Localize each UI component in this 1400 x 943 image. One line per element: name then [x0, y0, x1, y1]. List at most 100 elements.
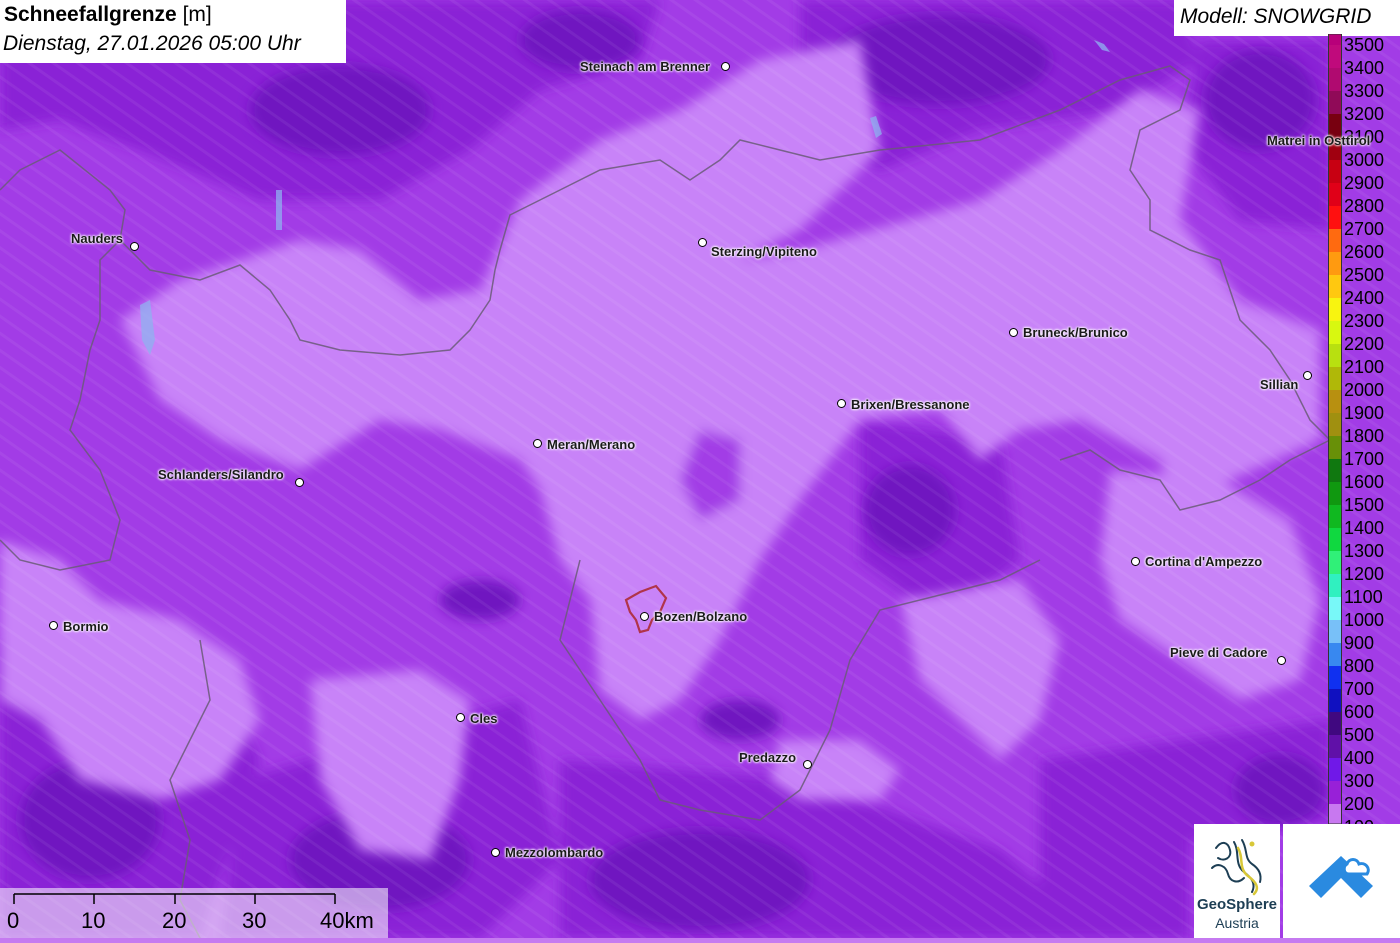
city-dot [721, 62, 730, 71]
legend-swatch [1328, 712, 1342, 736]
legend-label: 2900 [1344, 173, 1385, 193]
model-label: Modell: SNOWGRID [1180, 5, 1372, 28]
legend-label: 200 [1344, 794, 1375, 814]
legend-swatch [1328, 206, 1342, 230]
legend-label: 2000 [1344, 380, 1385, 400]
scale-label-40: 40km [320, 908, 374, 933]
legend-label: 1900 [1344, 403, 1385, 423]
city-dot [49, 621, 58, 630]
city-label[interactable]: Cles [470, 711, 497, 726]
city-label[interactable]: Bozen/Bolzano [654, 609, 747, 624]
legend-label: 1200 [1344, 564, 1385, 584]
geosphere-name: GeoSphere [1196, 896, 1278, 913]
legend-swatch [1328, 551, 1342, 575]
legend-swatch [1328, 45, 1342, 69]
legend-label: 900 [1344, 633, 1375, 653]
forecast-datetime: Dienstag, 27.01.2026 05:00 Uhr [3, 32, 301, 55]
city-dot [803, 760, 812, 769]
city-label[interactable]: Meran/Merano [547, 437, 635, 452]
legend-label: 1600 [1344, 472, 1385, 492]
city-label[interactable]: Bruneck/Brunico [1023, 325, 1128, 340]
geosphere-logo[interactable]: GeoSphere Austria [1194, 824, 1280, 938]
legend-label: 3400 [1344, 58, 1385, 78]
city-dot [1303, 371, 1312, 380]
city-label[interactable]: Sterzing/Vipiteno [711, 244, 817, 259]
city-label[interactable]: Steinach am Brenner [580, 59, 710, 74]
legend-swatch [1328, 367, 1342, 391]
legend-label: 1500 [1344, 495, 1385, 515]
legend-swatch [1328, 436, 1342, 460]
legend-label: 1400 [1344, 518, 1385, 538]
snow-roof-icon [1309, 856, 1373, 898]
city-label[interactable]: Schlanders/Silandro [158, 467, 284, 482]
city-label[interactable]: Pieve di Cadore [1170, 645, 1268, 660]
legend-swatch [1328, 505, 1342, 529]
map-title: Schneefallgrenze [m] [4, 3, 212, 27]
scale-label-30: 30 [242, 908, 267, 933]
legend-swatch [1328, 321, 1342, 345]
city-label[interactable]: Mezzolombardo [505, 845, 603, 860]
legend-label: 2400 [1344, 288, 1385, 308]
city-dot [533, 439, 542, 448]
legend-swatch [1328, 482, 1342, 506]
legend-label: 1300 [1344, 541, 1385, 561]
legend-swatch [1328, 91, 1342, 115]
scale-bar: 0 10 20 30 40km [0, 888, 388, 938]
legend-label: 300 [1344, 771, 1375, 791]
legend-label: 600 [1344, 702, 1375, 722]
legend-label: 3200 [1344, 104, 1385, 124]
legend-swatch [1328, 781, 1342, 805]
legend-swatch [1328, 574, 1342, 598]
city-label[interactable]: Predazzo [739, 750, 796, 765]
legend-label: 3000 [1344, 150, 1385, 170]
city-label[interactable]: Cortina d'Ampezzo [1145, 554, 1262, 569]
legend-swatch [1328, 413, 1342, 437]
city-dot [295, 478, 304, 487]
legend-label: 700 [1344, 679, 1375, 699]
city-label[interactable]: Brixen/Bressanone [851, 397, 970, 412]
legend-swatch [1328, 620, 1342, 644]
city-label[interactable]: Matrei in Osttirol [1267, 133, 1370, 148]
city-dot [698, 238, 707, 247]
legend-label: 400 [1344, 748, 1375, 768]
legend-label: 500 [1344, 725, 1375, 745]
color-legend: 3500 3400 3300 3200 3100 3000 2900 2800 2700 2600… [1328, 34, 1400, 836]
legend-swatch [1328, 459, 1342, 483]
legend-swatch [1328, 68, 1342, 92]
model-panel: Modell: SNOWGRID [1174, 0, 1400, 36]
legend-swatch [1328, 689, 1342, 713]
legend-label: 2500 [1344, 265, 1385, 285]
legend-label: 3500 [1344, 35, 1385, 55]
legend-label: 1700 [1344, 449, 1385, 469]
city-dot [837, 399, 846, 408]
city-dot [1131, 557, 1140, 566]
legend-label: 2700 [1344, 219, 1385, 239]
legend-label: 1800 [1344, 426, 1385, 446]
city-dot [1009, 328, 1018, 337]
legend-swatch [1328, 643, 1342, 667]
legend-swatch [1328, 344, 1342, 368]
legend-color-bar [1328, 34, 1342, 824]
city-label[interactable]: Sillian [1260, 377, 1298, 392]
city-dot [491, 848, 500, 857]
legend-label: 2300 [1344, 311, 1385, 331]
legend-label: 2600 [1344, 242, 1385, 262]
city-label[interactable]: Nauders [71, 231, 123, 246]
city-dot [130, 242, 139, 251]
geosphere-emblem-icon [1211, 839, 1262, 896]
legend-swatch [1328, 758, 1342, 782]
legend-swatch [1328, 160, 1342, 184]
legend-swatch [1328, 804, 1342, 824]
legend-swatch [1328, 528, 1342, 552]
legend-swatch [1328, 252, 1342, 276]
legend-swatch [1328, 735, 1342, 759]
partner-logo[interactable] [1283, 824, 1400, 938]
legend-label: 2100 [1344, 357, 1385, 377]
city-label[interactable]: Bormio [63, 619, 109, 634]
legend-label: 800 [1344, 656, 1375, 676]
title-unit: [m] [182, 3, 212, 26]
legend-swatch [1328, 666, 1342, 690]
city-dot [456, 713, 465, 722]
legend-label: 2200 [1344, 334, 1385, 354]
title-main: Schneefallgrenze [4, 3, 177, 26]
